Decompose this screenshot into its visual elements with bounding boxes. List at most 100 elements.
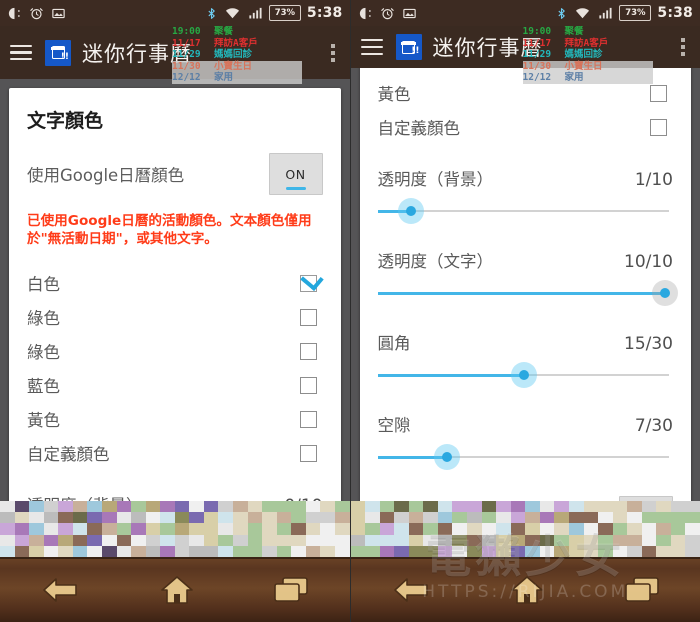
slider-thumb[interactable] <box>405 206 416 216</box>
widget-event-date: 12/12 <box>172 72 201 84</box>
mosaic-tile <box>510 534 526 546</box>
mosaic-tile <box>160 545 175 557</box>
widget-event-title: 小寶生日 <box>564 60 603 72</box>
widget-event-row[interactable]: 12/12 家用 <box>172 72 302 84</box>
mosaic-tile <box>14 523 30 535</box>
mosaic-tile <box>525 523 540 535</box>
slider-thumb[interactable] <box>518 370 529 380</box>
mosaic-tile <box>58 501 73 513</box>
mosaic-tile <box>641 501 657 513</box>
mosaic-tile <box>101 512 117 524</box>
mosaic-tile <box>408 545 424 557</box>
color-option-label: 黃色 <box>27 411 60 430</box>
mosaic-tile <box>218 501 233 513</box>
widget-event-row[interactable]: 19:00 聚餐 <box>523 26 653 38</box>
mosaic-tile <box>320 512 335 524</box>
home-nav-icon[interactable] <box>159 574 195 606</box>
color-option-row[interactable]: 黃色 <box>27 402 323 436</box>
home-nav-icon[interactable] <box>509 574 545 606</box>
slider-control[interactable] <box>377 196 674 226</box>
mosaic-tile <box>203 534 219 546</box>
mosaic-tile <box>525 545 540 557</box>
mosaic-tile <box>583 501 599 513</box>
slider-control[interactable] <box>377 278 678 308</box>
bluetooth-icon <box>558 7 566 19</box>
slider-value: 7/30 <box>634 416 673 436</box>
mosaic-tile <box>131 523 146 535</box>
mosaic-tile <box>0 512 15 524</box>
mosaic-censor-left <box>0 501 350 557</box>
mosaic-tile <box>481 523 497 535</box>
widget-event-row[interactable]: 11/17 拜訪A客戶 <box>172 38 302 50</box>
color-option-row[interactable]: 綠色 <box>27 300 323 334</box>
mosaic-tile <box>305 534 321 546</box>
slider-control[interactable] <box>377 360 674 390</box>
color-option-checkbox[interactable] <box>299 274 317 292</box>
use-google-calendar-color-toggle[interactable]: ON <box>268 153 323 195</box>
widget-event-row[interactable]: 11/30 小寶生日 <box>172 60 302 73</box>
mosaic-tile <box>554 523 569 535</box>
color-option-list: 白色 綠色 綠色 藍色 黃色 自定義顏色 <box>27 266 323 470</box>
recents-nav-icon[interactable] <box>271 575 311 605</box>
slider-control[interactable] <box>377 442 674 472</box>
back-nav-icon[interactable] <box>389 575 433 605</box>
mosaic-tile <box>568 545 584 557</box>
widget-event-row[interactable]: 11/29 媽媽回診 <box>172 49 302 61</box>
widget-event-row[interactable]: 11/17 拜訪A客戶 <box>523 38 653 50</box>
slider-list: 透明度（背景） 1/10 透明度（文字） 10/10 圓角 15/30 空隙 7/30 <box>377 166 678 472</box>
custom-color-row[interactable]: 自定義顏色 <box>378 110 674 144</box>
color-option-row[interactable]: 自定義顏色 <box>27 436 323 470</box>
custom-color-checkbox[interactable] <box>650 118 667 136</box>
recents-nav-icon[interactable] <box>622 575 662 605</box>
dual-screenshot: 73% 5:38 !! 迷你行事曆 19:00 聚餐 11/17 拜訪A客戶 11/29… <box>0 0 700 622</box>
more-options-icon[interactable] <box>326 40 340 66</box>
mosaic-tile <box>394 512 409 524</box>
mosaic-tile <box>598 534 613 546</box>
color-option-row[interactable]: 藍色 <box>27 368 323 402</box>
color-option-checkbox[interactable] <box>299 308 317 326</box>
widget-event-row[interactable]: 12/12 家用 <box>522 72 653 84</box>
color-option-checkbox[interactable] <box>299 444 317 462</box>
back-nav-icon[interactable] <box>38 575 82 605</box>
hamburger-menu-icon[interactable] <box>10 44 32 61</box>
color-option-row[interactable]: 白色 <box>27 266 323 300</box>
navigation-bar-left <box>0 557 350 622</box>
mosaic-tile <box>145 501 161 513</box>
mosaic-tile <box>539 512 555 524</box>
mosaic-tile <box>29 501 44 513</box>
color-option-checkbox[interactable] <box>650 84 667 102</box>
widget-event-row[interactable]: 11/30 小寶生日 <box>522 60 653 73</box>
mosaic-tile <box>43 545 59 557</box>
mosaic-tile <box>437 545 453 557</box>
mosaic-tile <box>350 534 366 546</box>
color-option-checkbox[interactable] <box>299 342 317 360</box>
color-option-checkbox[interactable] <box>299 410 317 428</box>
slider-label: 空隙 <box>377 416 411 435</box>
navigation-bar-right <box>350 557 700 622</box>
mosaic-tile <box>554 534 569 546</box>
more-options-icon[interactable] <box>676 34 690 60</box>
color-option-label: 黃色 <box>377 85 411 104</box>
widget-event-row[interactable]: 19:00 聚餐 <box>172 26 302 38</box>
slider-thumb[interactable] <box>659 288 670 298</box>
vibrate-icon <box>8 7 20 19</box>
color-option-checkbox[interactable] <box>299 376 317 394</box>
mosaic-tile <box>58 545 73 557</box>
status-icons-right: 73% 5:38 <box>205 3 343 21</box>
hamburger-menu-icon[interactable] <box>360 39 383 55</box>
mosaic-tile <box>408 523 424 535</box>
mosaic-tile <box>365 523 380 535</box>
mosaic-tile <box>87 501 102 513</box>
color-option-row[interactable]: 綠色 <box>27 334 323 368</box>
mosaic-tile <box>189 523 204 535</box>
mosaic-tile <box>452 523 467 535</box>
clock: 5:38 <box>306 5 343 21</box>
use-google-calendar-color-row[interactable]: 使用Google日曆顏色 ON <box>27 153 323 195</box>
mosaic-tile <box>437 523 453 535</box>
mosaic-tile <box>291 534 306 546</box>
widget-event-row[interactable]: 11/29 媽媽回診 <box>523 49 653 61</box>
mosaic-tile <box>554 545 569 557</box>
mosaic-tile <box>262 501 277 513</box>
mosaic-tile <box>320 534 335 546</box>
mosaic-tile <box>203 545 219 557</box>
